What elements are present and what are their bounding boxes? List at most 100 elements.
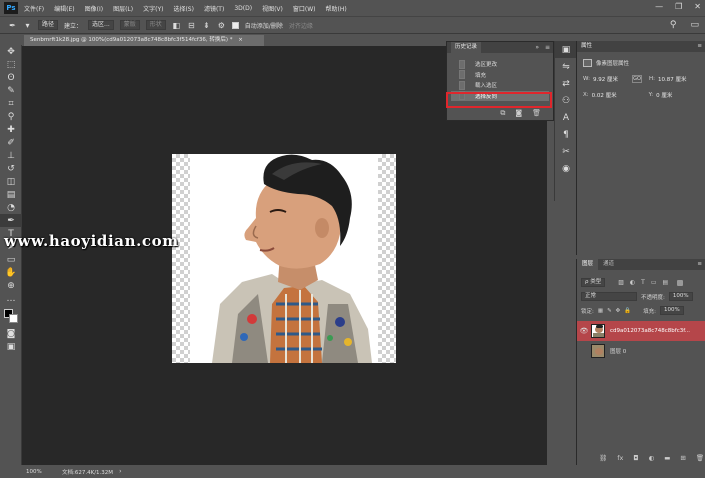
align-edges-label[interactable]: 对齐边缘 (289, 21, 313, 30)
lock-transparent-icon[interactable]: ▦ (598, 308, 603, 314)
path-arrangement-icon[interactable]: ⇟ (202, 21, 211, 30)
panel-menu-icon[interactable]: ≡ (545, 44, 550, 51)
height-field[interactable]: 10.87 厘米 (658, 75, 694, 83)
history-panel-controls[interactable]: » ≡ (535, 44, 550, 51)
menu-3d[interactable]: 3D(D) (234, 5, 252, 12)
lasso-tool-icon[interactable]: ʘ (0, 71, 22, 84)
tools-dock-icon[interactable]: ✂ (555, 143, 577, 160)
zoom-level[interactable]: 100% (22, 469, 44, 475)
quick-select-tool-icon[interactable]: ✎ (0, 84, 22, 97)
gear-icon[interactable]: ⚙ (217, 21, 226, 30)
properties-title[interactable]: 属性 (581, 43, 592, 49)
history-item[interactable]: 填充 (451, 70, 549, 81)
lock-pixels-icon[interactable]: ✎ (607, 308, 612, 314)
people-dock-icon[interactable]: ⚇ (555, 92, 577, 109)
color-swatches[interactable] (0, 309, 22, 327)
smart-filter-icon[interactable]: ▤ (663, 279, 669, 286)
menu-help[interactable]: 帮助(H) (326, 4, 347, 13)
width-field[interactable]: 9.92 厘米 (593, 75, 629, 83)
adjust-dock-icon[interactable]: ⇋ (555, 58, 577, 75)
panel-menu-icon[interactable]: ≡ (697, 259, 702, 270)
menu-edit[interactable]: 编辑(E) (54, 4, 74, 13)
crop-tool-icon[interactable]: ⌗ (0, 97, 22, 110)
brush-dock-icon[interactable]: ⇄ (555, 75, 577, 92)
quick-mask-icon[interactable]: ◙ (0, 327, 22, 340)
clone-stamp-tool-icon[interactable]: ⊥ (0, 149, 22, 162)
pixel-filter-icon[interactable]: ▨ (618, 279, 624, 286)
menu-filter[interactable]: 滤镜(T) (204, 4, 224, 13)
3d-dock-icon[interactable]: ◉ (555, 160, 577, 177)
history-dock-icon[interactable]: ▣ (555, 41, 577, 58)
blend-mode-select[interactable]: 正常 (581, 292, 637, 301)
new-layer-icon[interactable]: ⊞ (680, 454, 685, 462)
adjustment-layer-icon[interactable]: ◐ (649, 454, 655, 462)
menu-type[interactable]: 文字(Y) (143, 4, 163, 13)
filter-toggle[interactable] (677, 279, 684, 286)
history-item[interactable]: 载入选区 (451, 80, 549, 91)
menu-file[interactable]: 文件(F) (24, 4, 44, 13)
status-menu-arrow[interactable]: › (119, 468, 121, 475)
minimize-button[interactable]: — (655, 2, 663, 11)
brush-tool-icon[interactable]: ✐ (0, 136, 22, 149)
close-button[interactable]: ✕ (694, 2, 701, 11)
close-tab-icon[interactable]: × (238, 37, 243, 43)
character-dock-icon[interactable]: A (555, 109, 577, 126)
screen-mode-icon[interactable]: ▣ (0, 340, 22, 353)
fx-icon[interactable]: fx (617, 454, 623, 462)
layer-name[interactable]: cd9a012073a8c748c8bfc3f... (610, 328, 690, 334)
filter-kind-select[interactable]: ρ 类型 (581, 278, 606, 287)
shape-filter-icon[interactable]: ▭ (651, 279, 657, 286)
eyedropper-tool-icon[interactable]: ⚲ (0, 110, 22, 123)
dodge-tool-icon[interactable]: ◔ (0, 201, 22, 214)
pen-tool-icon[interactable]: ✒ (8, 21, 17, 30)
tab-layers[interactable]: 图层 (577, 259, 599, 270)
gradient-tool-icon[interactable]: ▤ (0, 188, 22, 201)
workspace-icon[interactable]: ▭ (690, 20, 699, 30)
menu-image[interactable]: 图像(I) (85, 4, 103, 13)
rectangle-tool-icon[interactable]: ▭ (0, 253, 22, 266)
history-brush-tool-icon[interactable]: ↺ (0, 162, 22, 175)
x-field[interactable]: 0.02 厘米 (592, 91, 628, 99)
document-tab[interactable]: Senbmrft1k28.jpg @ 100%(cd9a012073a8c748… (24, 35, 264, 46)
history-tab[interactable]: 历史记录 (451, 42, 482, 53)
tab-channels[interactable]: 通道 (598, 259, 619, 270)
mask-button[interactable]: 蒙版 (119, 20, 140, 30)
delete-state-icon[interactable]: 🗑 (532, 109, 541, 118)
shape-button[interactable]: 形状 (145, 20, 166, 30)
mode-select[interactable]: 路径 (38, 20, 59, 30)
history-item[interactable]: 选区更改 (451, 59, 549, 70)
group-icon[interactable]: ▬ (664, 454, 670, 462)
panel-menu-icon[interactable]: ≡ (697, 41, 702, 52)
path-alignment-icon[interactable]: ⊟ (187, 21, 196, 30)
menu-view[interactable]: 视图(V) (262, 4, 283, 13)
layer-row-selected[interactable]: 👁 cd9a012073a8c748c8bfc3f... (577, 321, 705, 341)
chevron-down-icon[interactable]: ▾ (23, 21, 32, 30)
pen-tool-icon[interactable]: ✒ (0, 214, 22, 227)
menu-layer[interactable]: 图层(L) (113, 4, 133, 13)
add-mask-icon[interactable]: ◘ (633, 454, 638, 462)
type-filter-icon[interactable]: T (641, 279, 645, 286)
move-tool-icon[interactable]: ✥ (0, 45, 22, 58)
hand-tool-icon[interactable]: ✋ (0, 266, 22, 279)
layer-row[interactable]: 图层 0 (577, 341, 705, 361)
document-size[interactable]: 文档:627.4K/1.32M (44, 468, 113, 476)
collapse-icon[interactable]: » (535, 44, 539, 51)
zoom-tool-icon[interactable]: ⊕ (0, 279, 22, 292)
eye-icon[interactable]: 👁 (577, 327, 591, 335)
adjust-filter-icon[interactable]: ◐ (630, 279, 635, 286)
selection-button[interactable]: 选区... (88, 20, 114, 30)
background-color-swatch[interactable] (9, 314, 18, 323)
y-field[interactable]: 0 厘米 (656, 91, 692, 99)
lock-all-icon[interactable]: 🔒 (624, 308, 631, 314)
more-tools-icon[interactable]: … (0, 292, 22, 305)
snapshot-icon[interactable]: ◙ (515, 109, 522, 118)
marquee-tool-icon[interactable]: ⬚ (0, 58, 22, 71)
menu-window[interactable]: 窗口(W) (293, 4, 316, 13)
link-dimensions-button[interactable]: GO (631, 75, 642, 83)
fill-field[interactable]: 100% (660, 306, 684, 315)
trash-icon[interactable]: 🗑 (696, 454, 704, 462)
healing-brush-tool-icon[interactable]: ✚ (0, 123, 22, 136)
menu-select[interactable]: 选择(S) (173, 4, 194, 13)
layer-name[interactable]: 图层 0 (610, 347, 626, 355)
lock-position-icon[interactable]: ✥ (616, 308, 621, 314)
